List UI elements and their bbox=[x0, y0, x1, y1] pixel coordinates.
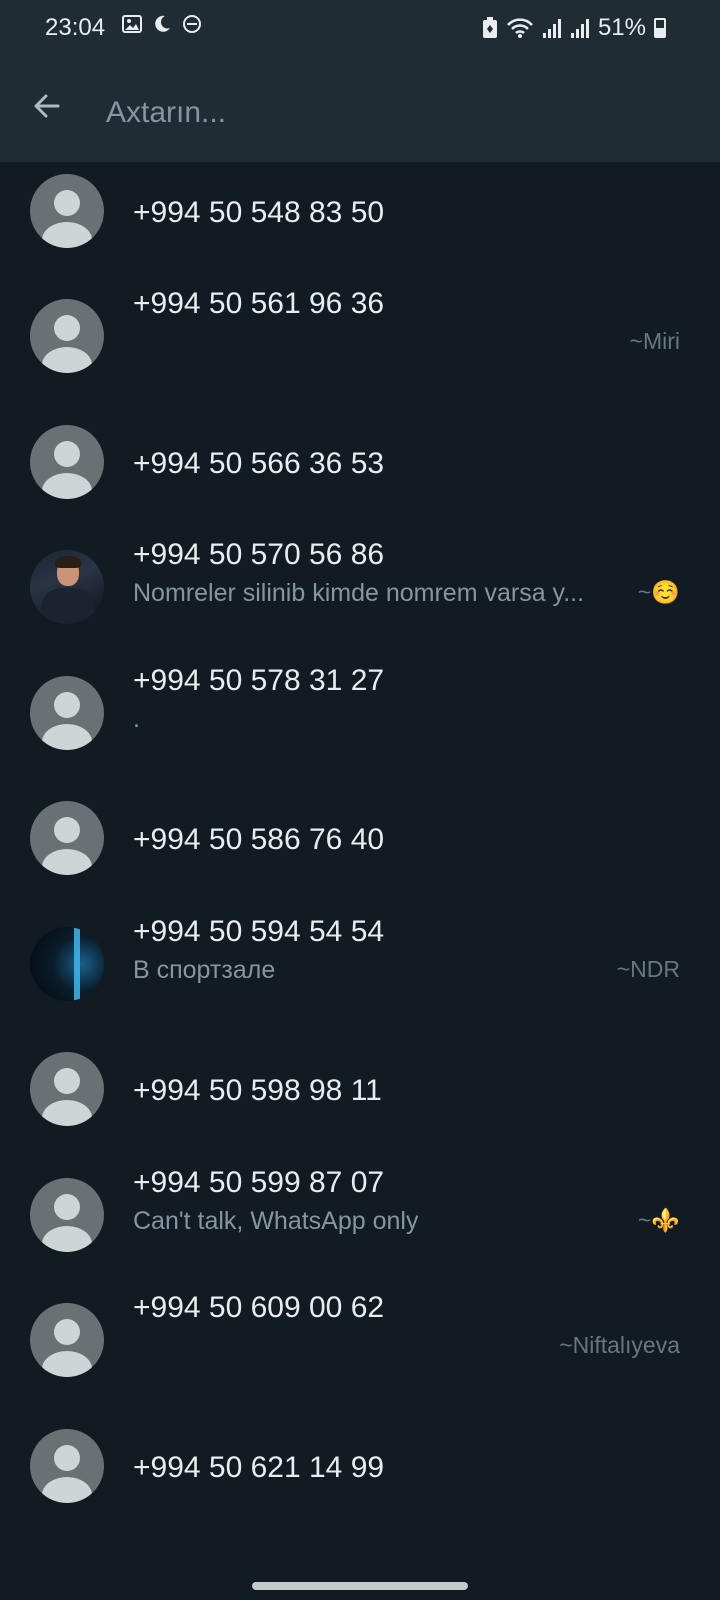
image-icon bbox=[122, 15, 142, 33]
contact-row[interactable]: +994 50 609 00 62 ~Niftalıyeva bbox=[0, 1291, 720, 1419]
default-avatar-icon[interactable] bbox=[30, 425, 104, 499]
contact-name: +994 50 598 98 11 bbox=[133, 1074, 382, 1107]
contact-pushname: ~☺️ bbox=[637, 579, 680, 605]
contact-name: +994 50 586 76 40 bbox=[133, 823, 385, 856]
navigation-bar bbox=[0, 1572, 720, 1600]
contact-row[interactable]: +994 50 594 54 54 В спортзале ~NDR bbox=[0, 915, 720, 1043]
battery-percent: 51% bbox=[597, 14, 646, 41]
contact-name: +994 50 599 87 07 bbox=[133, 1166, 385, 1199]
contact-name: +994 50 561 96 36 bbox=[133, 287, 385, 320]
default-avatar-icon[interactable] bbox=[30, 1052, 104, 1126]
contact-row[interactable]: +994 50 599 87 07 Can't talk, WhatsApp on… bbox=[0, 1166, 720, 1294]
default-avatar-icon[interactable] bbox=[30, 174, 104, 248]
default-avatar-icon[interactable] bbox=[30, 676, 104, 750]
search-input[interactable] bbox=[104, 88, 688, 138]
contact-pushname: ~NDR bbox=[616, 956, 680, 982]
default-avatar-icon[interactable] bbox=[30, 1303, 104, 1377]
status-icons-left bbox=[122, 14, 202, 34]
back-arrow-icon[interactable] bbox=[28, 88, 64, 124]
status-bar: 23:04 51% bbox=[0, 0, 720, 60]
contact-row[interactable]: +994 50 548 83 50 bbox=[0, 162, 720, 290]
search-header bbox=[0, 60, 720, 162]
contact-status: Nomreler silinib kimde nomrem varsa y... bbox=[133, 579, 585, 607]
default-avatar-icon[interactable] bbox=[30, 801, 104, 875]
contact-status: Can't talk, WhatsApp only bbox=[133, 1207, 419, 1235]
signal-icon bbox=[570, 19, 589, 38]
contact-name: +994 50 578 31 27 bbox=[133, 664, 385, 697]
contact-status: В спортзале bbox=[133, 956, 276, 984]
contact-name: +994 50 570 56 86 bbox=[133, 538, 385, 571]
avatar[interactable] bbox=[30, 927, 104, 1001]
battery-icon bbox=[654, 18, 666, 38]
contact-status: . bbox=[133, 705, 140, 733]
default-avatar-icon[interactable] bbox=[30, 1429, 104, 1503]
default-avatar-icon[interactable] bbox=[30, 299, 104, 373]
contact-pushname: ~Miri bbox=[629, 328, 680, 354]
battery-saver-icon bbox=[482, 17, 497, 38]
dnd-icon bbox=[183, 15, 201, 33]
avatar[interactable] bbox=[30, 550, 104, 624]
contact-row[interactable]: +994 50 566 36 53 bbox=[0, 413, 720, 541]
contact-name: +994 50 621 14 99 bbox=[133, 1451, 385, 1484]
moon-icon bbox=[155, 15, 170, 32]
contact-name: +994 50 609 00 62 bbox=[133, 1291, 385, 1324]
contact-row[interactable]: +994 50 621 14 99 bbox=[0, 1417, 720, 1545]
home-gesture-handle[interactable] bbox=[252, 1582, 468, 1590]
contact-name: +994 50 566 36 53 bbox=[133, 447, 385, 480]
status-icons-right: 51% bbox=[482, 14, 666, 42]
contact-row[interactable]: +994 50 570 56 86 Nomreler silinib kimde … bbox=[0, 538, 720, 666]
contact-name: +994 50 594 54 54 bbox=[133, 915, 385, 948]
wifi-icon bbox=[507, 18, 533, 38]
signal-icon bbox=[542, 19, 561, 38]
contact-row[interactable]: +994 50 578 31 27. bbox=[0, 664, 720, 792]
default-avatar-icon[interactable] bbox=[30, 1178, 104, 1252]
contact-name: +994 50 548 83 50 bbox=[133, 196, 385, 229]
contact-row[interactable]: +994 50 561 96 36 ~Miri bbox=[0, 287, 720, 415]
contact-row[interactable]: +994 50 598 98 11 bbox=[0, 1040, 720, 1168]
contact-row[interactable]: +994 50 586 76 40 bbox=[0, 789, 720, 917]
contact-pushname: ~Niftalıyeva bbox=[559, 1332, 680, 1358]
clock: 23:04 bbox=[45, 14, 106, 41]
contact-pushname: ~⚜️ bbox=[637, 1207, 680, 1233]
